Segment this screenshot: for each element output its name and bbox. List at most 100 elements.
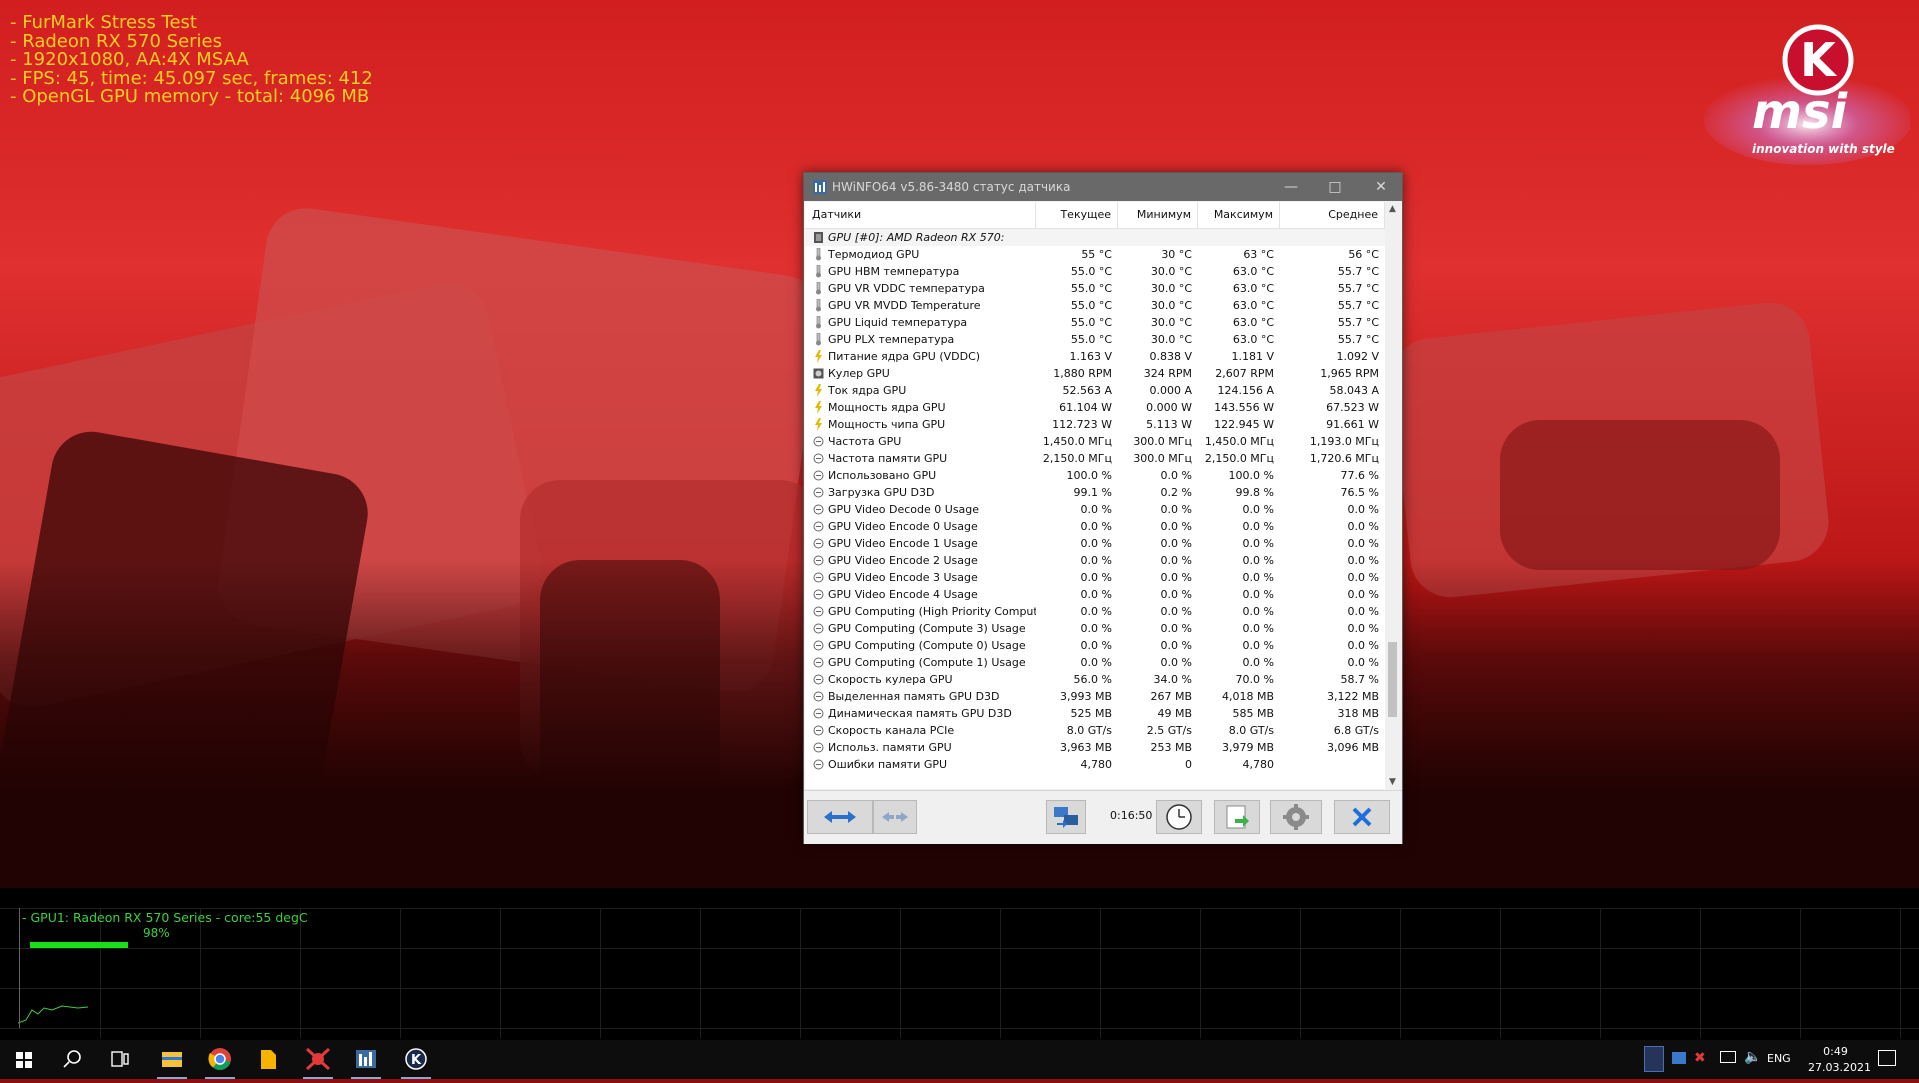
sensor-row[interactable]: Загрузка GPU D3D 99.1 % 0.2 % 99.8 % 76.5 % — [805, 484, 1385, 501]
sensor-row[interactable]: Использовано GPU 100.0 % 0.0 % 100.0 % 77.6 … — [805, 467, 1385, 484]
hwinfo-button[interactable] — [342, 1040, 390, 1079]
column-header-current[interactable]: Текущее — [1036, 202, 1118, 228]
column-header-avg[interactable]: Среднее — [1280, 202, 1385, 228]
sensor-row[interactable]: GPU Video Encode 2 Usage 0.0 % 0.0 % 0.0 % 0… — [805, 552, 1385, 569]
sensor-row[interactable]: GPU Computing (High Priority Compute) ..… — [805, 603, 1385, 620]
sensor-name: Кулер GPU — [828, 367, 890, 380]
sensor-max: 0.0 % — [1242, 588, 1274, 601]
sensor-row[interactable]: Выделенная память GPU D3D 3,993 MB 267 MB 4… — [805, 688, 1385, 705]
tray-clock[interactable]: 0:49 27.03.2021 — [1808, 1044, 1871, 1076]
sensor-row[interactable]: Частота памяти GPU 2,150.0 МГц 300.0 МГц 2,… — [805, 450, 1385, 467]
notifications-icon[interactable] — [1878, 1050, 1896, 1066]
window-title-bar[interactable]: HWiNFO64 v5.86-3480 статус датчика — □ ✕ — [804, 173, 1402, 201]
sensor-max: 3,979 MB — [1221, 741, 1274, 754]
tray-volume-icon[interactable]: 🔈 — [1744, 1049, 1761, 1065]
scroll-thumb[interactable] — [1388, 642, 1397, 717]
column-header-max[interactable]: Максимум — [1198, 202, 1280, 228]
sensor-row[interactable]: GPU Video Encode 3 Usage 0.0 % 0.0 % 0.0 % 0… — [805, 569, 1385, 586]
sensor-row[interactable]: GPU Video Encode 1 Usage 0.0 % 0.0 % 0.0 % 0… — [805, 535, 1385, 552]
tray-network-app-icon[interactable] — [1672, 1052, 1686, 1064]
gear-icon — [1283, 804, 1309, 830]
start-button[interactable] — [0, 1040, 48, 1079]
maximize-button[interactable]: □ — [1320, 177, 1350, 197]
tray-language[interactable]: ENG — [1767, 1052, 1791, 1065]
sensor-max: 8.0 GT/s — [1228, 724, 1274, 737]
column-header-min[interactable]: Минимум — [1118, 202, 1198, 228]
sensor-avg: 0.0 % — [1347, 537, 1379, 550]
graph-percent: 98% — [143, 926, 170, 940]
column-header-sensors[interactable]: Датчики — [805, 202, 1036, 228]
sensor-row[interactable]: Мощность ядра GPU 61.104 W 0.000 W 143.556 … — [805, 399, 1385, 416]
sensor-row[interactable]: GPU Computing (Compute 3) Usage 0.0 % 0.0 … — [805, 620, 1385, 637]
sensor-table[interactable]: Датчики Текущее Минимум Максимум Среднее… — [805, 202, 1400, 789]
files-button[interactable] — [244, 1040, 292, 1079]
vertical-scrollbar[interactable]: ▲ ▼ — [1385, 202, 1400, 789]
sensor-max: 63.0 °C — [1232, 299, 1274, 312]
sensor-row[interactable]: Динамическая память GPU D3D 525 MB 49 MB 58… — [805, 705, 1385, 722]
msi-kombustor-button[interactable]: K — [392, 1040, 440, 1079]
furmark-button[interactable] — [294, 1040, 342, 1079]
sensor-row[interactable]: GPU VR MVDD Temperature 55.0 °C 30.0 °C 63.… — [805, 297, 1385, 314]
sensor-row[interactable]: Ток ядра GPU 52.563 A 0.000 A 124.156 A 58.0… — [805, 382, 1385, 399]
log-file-button[interactable] — [1214, 800, 1260, 834]
sensor-row[interactable]: GPU VR VDDC температура 55.0 °C 30.0 °C 63.… — [805, 280, 1385, 297]
sensor-row[interactable]: GPU Liquid температура 55.0 °C 30.0 °C 63.0… — [805, 314, 1385, 331]
sensor-row[interactable]: GPU HBM температура 55.0 °C 30.0 °C 63.0 °C… — [805, 263, 1385, 280]
scroll-up-arrow[interactable]: ▲ — [1388, 204, 1397, 214]
sensor-row[interactable]: Питание ядра GPU (VDDC) 1.163 V 0.838 V 1.1… — [805, 348, 1385, 365]
task-view-button[interactable] — [96, 1040, 144, 1079]
settings-button[interactable] — [1270, 800, 1322, 834]
sensor-avg: 0.0 % — [1347, 520, 1379, 533]
close-sensors-button[interactable] — [1334, 800, 1390, 834]
graph-label: - GPU1: Radeon RX 570 Series - core:55 d… — [22, 910, 308, 925]
hwinfo-app-icon — [813, 180, 827, 194]
sensor-min: 34.0 % — [1153, 673, 1192, 686]
sensor-row[interactable]: GPU PLX температура 55.0 °C 30.0 °C 63.0 °C… — [805, 331, 1385, 348]
sensor-row[interactable]: GPU Computing (Compute 1) Usage 0.0 % 0.0 … — [805, 654, 1385, 671]
arrows-left-right-icon — [824, 811, 856, 823]
sensor-row[interactable]: Использ. памяти GPU 3,963 MB 253 MB 3,979 M… — [805, 739, 1385, 756]
file-explorer-button[interactable] — [148, 1040, 196, 1079]
sensor-row[interactable]: GPU Video Decode 0 Usage 0.0 % 0.0 % 0.0 % 0… — [805, 501, 1385, 518]
sensor-name: GPU Computing (Compute 3) Usage — [828, 622, 1026, 635]
sensor-row[interactable]: Скорость кулера GPU 56.0 % 34.0 % 70.0 % 58.… — [805, 671, 1385, 688]
sensor-max: 585 MB — [1232, 707, 1274, 720]
sensor-group-row[interactable]: GPU [#0]: AMD Radeon RX 570: — [805, 229, 1385, 246]
sensor-name: GPU PLX температура — [828, 333, 955, 346]
minimize-button[interactable]: — — [1276, 177, 1306, 197]
sensor-min: 0.0 % — [1160, 605, 1192, 618]
network-sync-button[interactable] — [1046, 800, 1086, 834]
sensor-row[interactable]: Термодиод GPU 55 °C 30 °C 63 °C 56 °C — [805, 246, 1385, 263]
chrome-button[interactable] — [196, 1040, 244, 1079]
sensor-current: 55.0 °C — [1070, 265, 1112, 278]
sensor-avg: 318 MB — [1337, 707, 1379, 720]
tray-hwinfo-icon[interactable] — [1644, 1046, 1664, 1072]
sensor-row[interactable]: GPU Video Encode 0 Usage 0.0 % 0.0 % 0.0 % 0… — [805, 518, 1385, 535]
sensor-row[interactable]: Ошибки памяти GPU 4,780 0 4,780 — [805, 756, 1385, 773]
scroll-down-arrow[interactable]: ▼ — [1388, 777, 1397, 787]
arrows-secondary-button[interactable] — [873, 800, 917, 834]
tray-network-icon[interactable] — [1720, 1051, 1736, 1063]
expand-collapse-button[interactable] — [807, 800, 873, 834]
sensor-row[interactable]: Мощность чипа GPU 112.723 W 5.113 W 122.945… — [805, 416, 1385, 433]
sensor-row[interactable]: GPU Computing (Compute 0) Usage 0.0 % 0.0 … — [805, 637, 1385, 654]
sensor-avg — [1280, 756, 1385, 773]
sensor-current: 1,450.0 МГц — [1042, 435, 1112, 448]
sensor-min: 0.0 % — [1160, 554, 1192, 567]
sensor-row[interactable]: Скорость канала PCIe 8.0 GT/s 2.5 GT/s 8.0 … — [805, 722, 1385, 739]
sensor-rows: GPU [#0]: AMD Radeon RX 570: Термодиод G… — [805, 229, 1385, 773]
sensor-row[interactable]: Кулер GPU 1,880 RPM 324 RPM 2,607 RPM 1,965 … — [805, 365, 1385, 382]
sensor-min: 30.0 °C — [1150, 333, 1192, 346]
sensor-row[interactable]: GPU Video Encode 4 Usage 0.0 % 0.0 % 0.0 % 0… — [805, 586, 1385, 603]
sensor-name: GPU Video Encode 3 Usage — [828, 571, 978, 584]
search-button[interactable] — [48, 1040, 96, 1079]
clock-reset-button[interactable] — [1156, 800, 1202, 834]
sensor-row[interactable]: Частота GPU 1,450.0 МГц 300.0 МГц 1,450.0 М… — [805, 433, 1385, 450]
sensor-max: 100.0 % — [1228, 469, 1274, 482]
sensor-name: GPU Video Encode 4 Usage — [828, 588, 978, 601]
tray-furmark-icon[interactable]: ✖ — [1694, 1050, 1706, 1066]
hwinfo-window[interactable]: HWiNFO64 v5.86-3480 статус датчика — □ ✕… — [803, 172, 1403, 844]
sensor-name: Частота памяти GPU — [828, 452, 948, 465]
sensor-name: Частота GPU — [828, 435, 902, 448]
close-button[interactable]: ✕ — [1366, 177, 1396, 197]
